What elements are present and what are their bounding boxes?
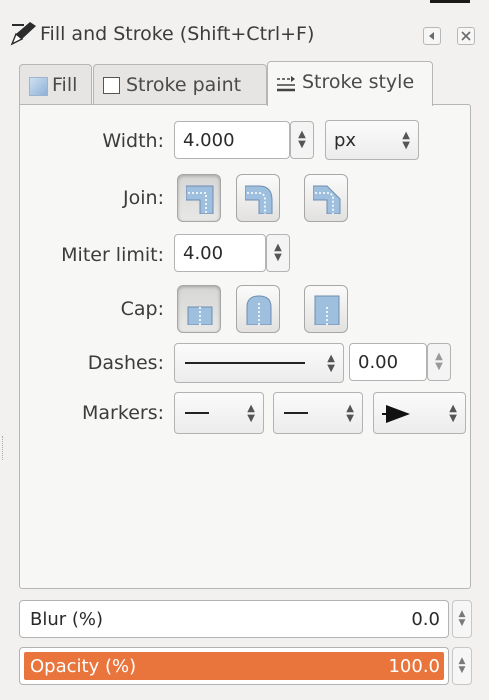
butt-cap-icon (187, 306, 213, 325)
width-value: 4.000 (183, 130, 235, 151)
round-join-button[interactable] (236, 174, 280, 222)
join-label: Join: (123, 187, 164, 209)
end-marker-select[interactable]: ▲ ▼ (373, 392, 466, 434)
dashes-label: Dashes: (87, 352, 164, 374)
width-spinner[interactable]: ▲ ▼ (290, 121, 314, 159)
round-cap-button[interactable] (236, 285, 280, 333)
width-input[interactable]: 4.000 (174, 121, 290, 159)
unit-value: px (334, 130, 357, 151)
miter-limit-label: Miter limit: (61, 244, 164, 266)
blur-input[interactable]: Blur (%) 0.0 (19, 600, 449, 638)
iconify-button[interactable] (423, 27, 441, 45)
tab-fill-label: Fill (52, 74, 78, 96)
stroke-style-icon (277, 76, 295, 92)
close-button[interactable] (457, 27, 475, 45)
miter-limit-input[interactable]: 4.00 (174, 234, 266, 272)
butt-cap-button[interactable] (177, 285, 221, 333)
chevron-updown-icon: ▲ ▼ (449, 403, 457, 424)
chevron-updown-icon: ▲ ▼ (247, 403, 255, 424)
flat-color-icon (29, 77, 48, 96)
markers-label: Markers: (82, 402, 164, 424)
close-icon (461, 31, 471, 41)
cap-label: Cap: (120, 298, 164, 320)
opacity-spinner[interactable]: ▲ ▼ (452, 647, 472, 685)
dash-offset-input[interactable]: 0.00 (349, 343, 427, 381)
miter-limit-spinner[interactable]: ▲ ▼ (266, 234, 290, 272)
dialog-titlebar[interactable]: Fill and Stroke (Shift+Ctrl+F) (0, 8, 489, 56)
dash-offset-spinner[interactable]: ▲ ▼ (427, 343, 451, 381)
width-label: Width: (102, 130, 164, 152)
tab-stroke-style[interactable]: Stroke style (267, 61, 433, 106)
tab-fill[interactable]: Fill (19, 64, 92, 105)
round-join-icon (245, 185, 273, 214)
blur-value: 0.0 (411, 609, 440, 630)
tab-stroke-paint[interactable]: Stroke paint (93, 64, 267, 105)
pen-icon (10, 22, 36, 46)
dash-offset-value: 0.00 (358, 352, 399, 373)
chevron-updown-icon: ▲ ▼ (346, 403, 354, 424)
opacity-input[interactable]: Opacity (%) 100.0 (19, 647, 449, 685)
triangle-left-icon (429, 32, 434, 40)
opacity-value: 100.0 (388, 656, 440, 677)
solid-line-icon (185, 362, 305, 364)
tab-stroke-paint-label: Stroke paint (126, 74, 242, 96)
bevel-join-icon (313, 185, 341, 214)
blur-spinner[interactable]: ▲ ▼ (452, 600, 472, 638)
unit-select[interactable]: px ▲ ▼ (325, 120, 419, 160)
empty-square-icon (103, 77, 120, 94)
square-cap-button[interactable] (304, 285, 348, 333)
dash-pattern-select[interactable]: ▲ ▼ (174, 343, 344, 383)
resize-handle[interactable] (2, 436, 5, 460)
miter-join-button[interactable] (177, 174, 221, 222)
dialog-title: Fill and Stroke (Shift+Ctrl+F) (40, 23, 315, 45)
miter-limit-value: 4.00 (183, 243, 224, 264)
tab-stroke-style-label: Stroke style (302, 71, 415, 93)
arrow-marker-icon (382, 405, 410, 423)
opacity-label: Opacity (%) (30, 656, 137, 677)
square-cap-icon (314, 295, 340, 325)
start-marker-select[interactable]: ▲ ▼ (174, 392, 264, 434)
miter-join-icon (186, 185, 214, 214)
bevel-join-button[interactable] (304, 174, 348, 222)
mid-marker-select[interactable]: ▲ ▼ (273, 392, 363, 434)
round-cap-icon (246, 295, 272, 325)
line-marker-icon (284, 412, 308, 414)
chevron-updown-icon: ▲ ▼ (327, 353, 335, 374)
line-marker-icon (185, 412, 209, 414)
window-edge (430, 0, 470, 3)
blur-label: Blur (%) (30, 609, 104, 630)
chevron-updown-icon: ▲ ▼ (402, 130, 410, 151)
